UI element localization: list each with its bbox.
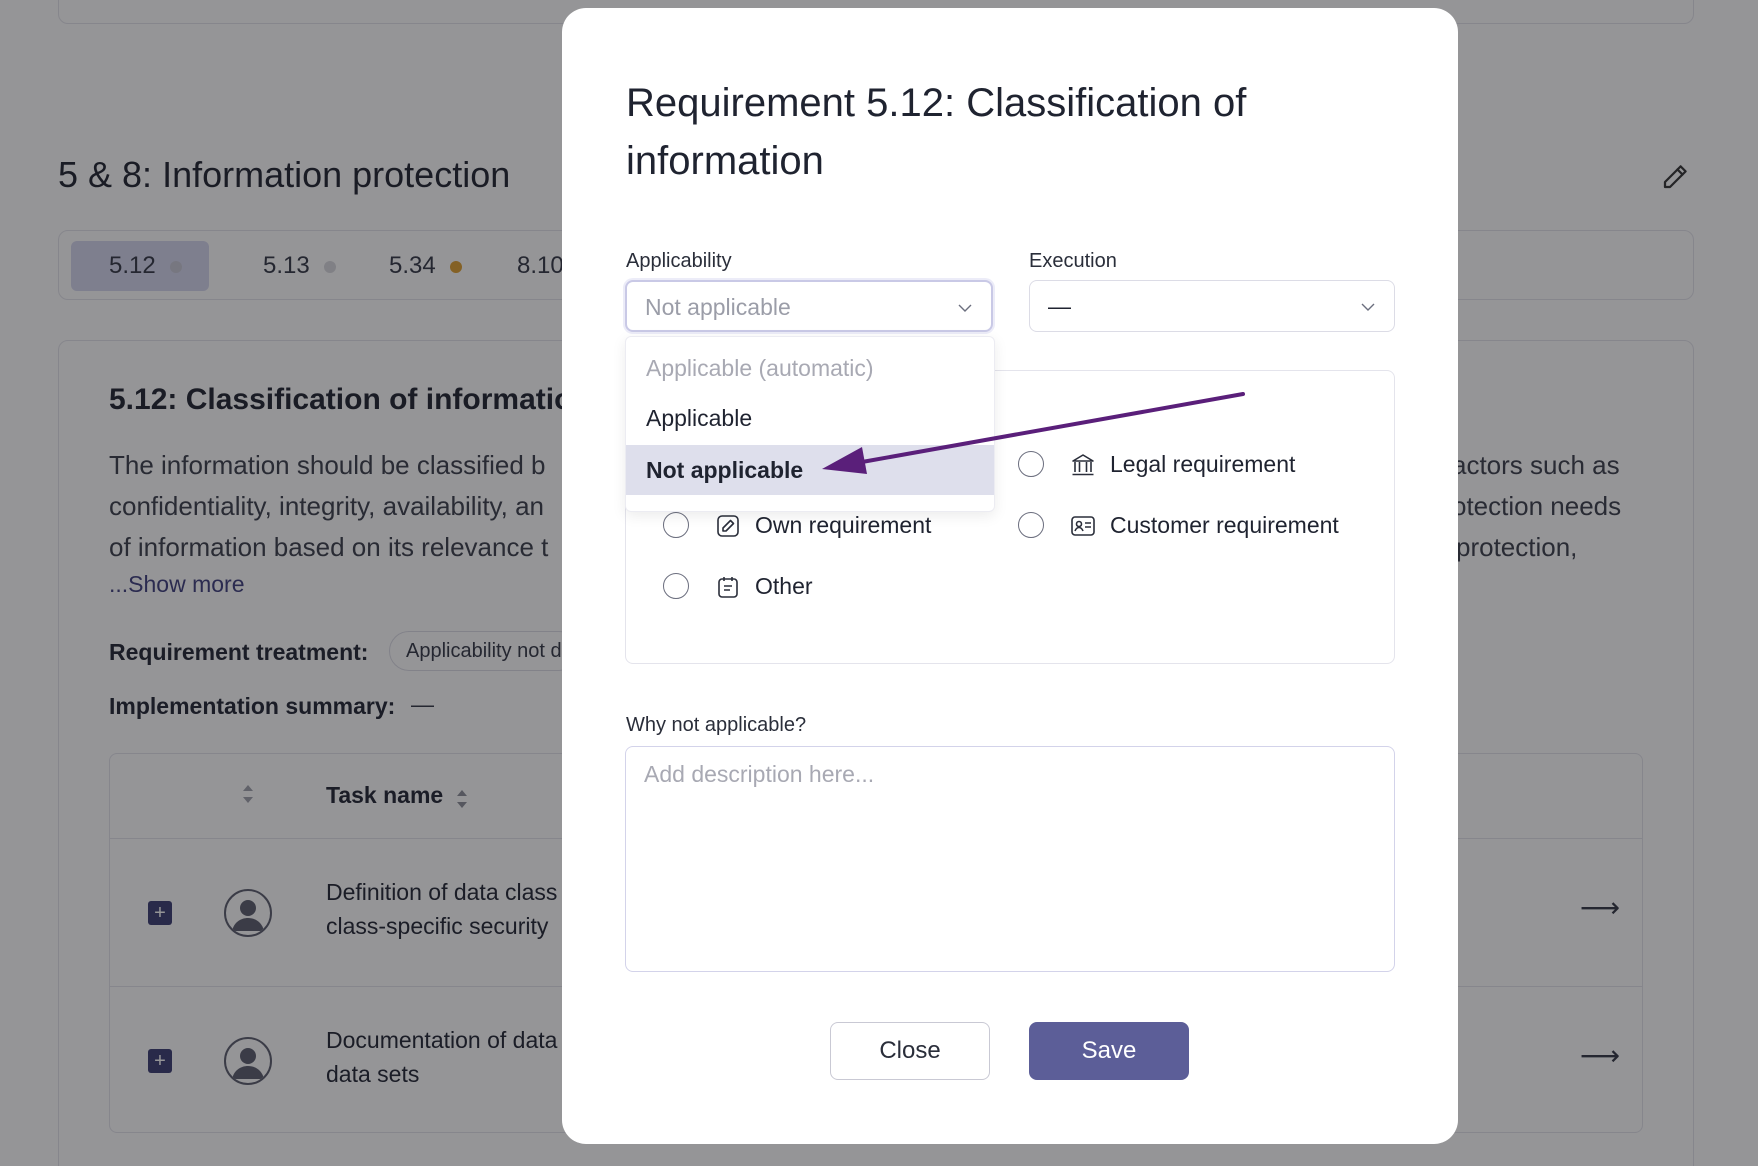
dropdown-option-applicable-automatic: Applicable (automatic) <box>646 355 874 381</box>
applicability-label: Applicability <box>626 250 732 272</box>
chevron-down-icon <box>1361 303 1375 311</box>
radio-button[interactable] <box>663 512 689 538</box>
save-button[interactable]: Save <box>1029 1022 1189 1080</box>
radio-button[interactable] <box>1018 512 1044 538</box>
close-button[interactable]: Close <box>830 1022 990 1080</box>
chevron-down-icon <box>958 304 972 312</box>
applicability-select[interactable]: Not applicable <box>625 280 993 332</box>
edit-square-icon <box>717 515 739 537</box>
why-not-applicable-label: Why not applicable? <box>626 714 807 736</box>
requirement-modal: Requirement 5.12: Classification of info… <box>562 8 1458 1144</box>
dropdown-option-not-applicable[interactable]: Not applicable <box>626 445 994 495</box>
execution-label: Execution <box>1029 250 1117 272</box>
dropdown-option-applicable[interactable]: Applicable <box>626 393 994 443</box>
id-card-icon <box>1071 516 1095 536</box>
bank-icon <box>1072 454 1094 476</box>
radio-button[interactable] <box>1018 451 1044 477</box>
why-not-applicable-textarea[interactable]: Add description here... <box>625 746 1395 972</box>
execution-select[interactable]: — <box>1029 280 1395 332</box>
modal-title: Requirement 5.12: Classification of info… <box>626 81 1247 183</box>
clipboard-icon <box>718 577 738 598</box>
radio-button[interactable] <box>663 573 689 599</box>
applicability-dropdown: Applicable (automatic) Applicable Not ap… <box>625 336 995 512</box>
